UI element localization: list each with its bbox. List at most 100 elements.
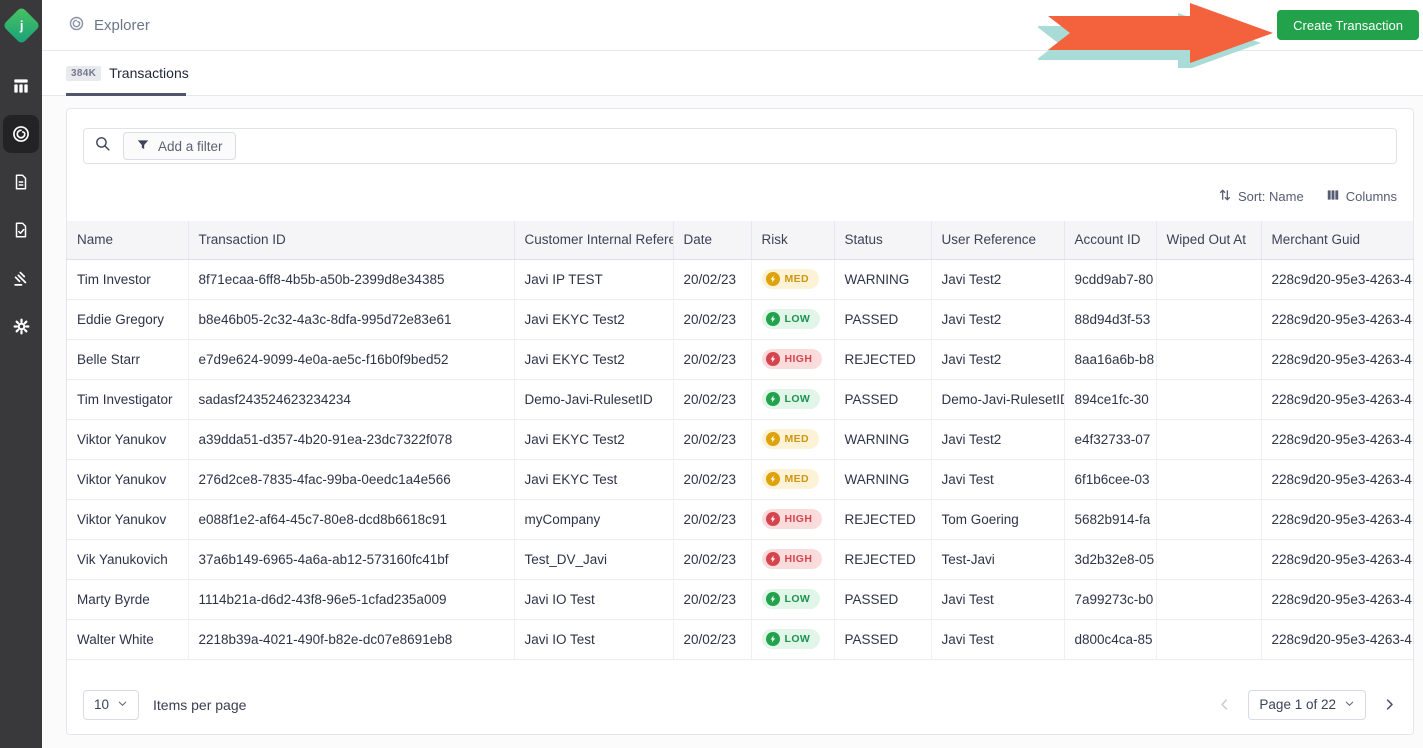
table-row[interactable]: Viktor Yanukov a39dda51-d357-4b20-91ea-2… (67, 419, 1413, 460)
sidebar-item-settings[interactable] (3, 307, 39, 345)
cell-status: WARNING (834, 459, 932, 500)
cell-name: Tim Investigator (67, 379, 189, 420)
chevron-right-icon[interactable] (1382, 697, 1397, 712)
cell-wiped-out-at (1156, 539, 1262, 580)
risk-badge-label: MED (784, 473, 810, 485)
cell-date: 20/02/23 (673, 619, 752, 660)
sidebar-item-reports[interactable] (3, 211, 39, 249)
page-select[interactable]: Page 1 of 22 (1248, 689, 1366, 720)
table-row[interactable]: Walter White 2218b39a-4021-490f-b82e-dc0… (67, 619, 1413, 660)
transactions-panel: Add a filter Sort: Name Columns Name Tran… (66, 108, 1414, 735)
risk-badge-label: LOW (784, 593, 811, 605)
cell-transaction-id: 8f71ecaa-6ff8-4b5b-a50b-2399d8e34385 (188, 259, 515, 300)
cell-risk: MED (751, 419, 835, 460)
page-select-label: Page 1 of 22 (1259, 697, 1336, 712)
sort-control[interactable]: Sort: Name (1218, 188, 1304, 205)
sidebar-item-explorer[interactable] (3, 115, 39, 153)
cell-merchant-guid: 228c9d20-95e3-4263-4 (1261, 379, 1413, 420)
cell-risk: HIGH (751, 339, 835, 380)
cell-name: Vik Yanukovich (67, 539, 189, 580)
table-row[interactable]: Tim Investor 8f71ecaa-6ff8-4b5b-a50b-239… (67, 259, 1413, 300)
risk-badge-label: LOW (784, 393, 811, 405)
gear-icon (12, 317, 31, 336)
cell-customer-internal-ref: Javi EKYC Test2 (514, 339, 674, 380)
cell-name: Eddie Gregory (67, 299, 189, 340)
cell-account-id: 5682b914-fa (1064, 499, 1157, 540)
lightning-icon (765, 392, 780, 406)
tab-active-underline (66, 93, 186, 96)
risk-badge-label: HIGH (784, 513, 813, 525)
chevron-left-icon[interactable] (1217, 697, 1232, 712)
explorer-spiral-icon (11, 124, 31, 144)
items-per-page-select[interactable]: 10 (83, 689, 140, 720)
document-icon (12, 173, 30, 191)
cell-status: REJECTED (834, 499, 932, 540)
cell-name: Marty Byrde (67, 579, 189, 620)
cell-date: 20/02/23 (673, 379, 752, 420)
table-row[interactable]: Marty Byrde 1114b21a-d6d2-43f8-96e5-1cfa… (67, 579, 1413, 620)
risk-badge-label: MED (784, 273, 810, 285)
cell-user-reference: Javi Test2 (931, 299, 1065, 340)
cell-date: 20/02/23 (673, 259, 752, 300)
cell-transaction-id: 1114b21a-d6d2-43f8-96e5-1cfad235a009 (188, 579, 515, 620)
page-title-group: Explorer (68, 15, 150, 36)
cell-customer-internal-ref: Javi EKYC Test2 (514, 299, 674, 340)
cell-transaction-id: 2218b39a-4021-490f-b82e-dc07e8691eb8 (188, 619, 515, 660)
cell-risk: MED (751, 459, 835, 500)
tab-transactions-label: Transactions (109, 65, 189, 81)
risk-badge-label: HIGH (784, 353, 813, 365)
cell-account-id: 88d94d3f-53 (1064, 299, 1157, 340)
gavel-icon (12, 269, 31, 288)
add-filter-button[interactable]: Add a filter (123, 132, 236, 160)
column-header-account-id: Account ID (1064, 221, 1157, 260)
sidebar-item-documents[interactable] (3, 163, 39, 201)
cell-wiped-out-at (1156, 619, 1262, 660)
column-header-transaction-id: Transaction ID (188, 221, 515, 260)
lightning-icon (765, 272, 780, 286)
table-row[interactable]: Viktor Yanukov e088f1e2-af64-45c7-80e8-d… (67, 499, 1413, 540)
cell-transaction-id: b8e46b05-2c32-4a3c-8dfa-995d72e83e61 (188, 299, 515, 340)
pager: Page 1 of 22 (1217, 689, 1397, 720)
sidebar-item-dashboard[interactable] (3, 67, 39, 105)
risk-badge-label: HIGH (784, 553, 813, 565)
columns-label: Columns (1345, 189, 1397, 204)
table-row[interactable]: Tim Investigator sadasf243524623234234 D… (67, 379, 1413, 420)
column-header-status: Status (834, 221, 932, 260)
cell-status: WARNING (834, 259, 932, 300)
cell-transaction-id: a39dda51-d357-4b20-91ea-23dc7322f078 (188, 419, 515, 460)
column-header-merchant-guid: Merchant Guid (1261, 221, 1413, 260)
columns-control[interactable]: Columns (1326, 188, 1397, 205)
risk-badge: LOW (761, 629, 821, 649)
lightning-icon (765, 512, 780, 526)
filter-bar: Add a filter (83, 128, 1397, 164)
risk-badge: LOW (761, 589, 821, 609)
cell-name: Walter White (67, 619, 189, 660)
sidebar-item-rules[interactable] (3, 259, 39, 297)
table-row[interactable]: Eddie Gregory b8e46b05-2c32-4a3c-8dfa-99… (67, 299, 1413, 340)
cell-name: Viktor Yanukov (67, 459, 189, 500)
cell-status: PASSED (834, 579, 932, 620)
cell-date: 20/02/23 (673, 499, 752, 540)
create-transaction-button[interactable]: Create Transaction (1277, 10, 1419, 40)
table-row[interactable]: Viktor Yanukov 276d2ce8-7835-4fac-99ba-0… (67, 459, 1413, 500)
search-icon (94, 135, 111, 157)
table-row[interactable]: Belle Starr e7d9e624-9099-4e0a-ae5c-f16b… (67, 339, 1413, 380)
cell-merchant-guid: 228c9d20-95e3-4263-4 (1261, 539, 1413, 580)
table-row[interactable]: Vik Yanukovich 37a6b149-6965-4a6a-ab12-5… (67, 539, 1413, 580)
risk-badge: HIGH (761, 549, 823, 569)
column-header-wiped-out-at: Wiped Out At (1156, 221, 1262, 260)
tab-transactions[interactable]: 384K Transactions (66, 51, 217, 96)
cell-customer-internal-ref: Javi IP TEST (514, 259, 674, 300)
chevron-down-icon (117, 697, 128, 712)
cell-wiped-out-at (1156, 459, 1262, 500)
column-header-date: Date (673, 221, 752, 260)
cell-date: 20/02/23 (673, 419, 752, 460)
cell-merchant-guid: 228c9d20-95e3-4263-4 (1261, 459, 1413, 500)
cell-customer-internal-ref: myCompany (514, 499, 674, 540)
cell-name: Tim Investor (67, 259, 189, 300)
app-logo[interactable]: j (1, 6, 41, 45)
cell-account-id: d800c4ca-85 (1064, 619, 1157, 660)
columns-icon (1326, 188, 1340, 205)
cell-transaction-id: e088f1e2-af64-45c7-80e8-dcd8b6618c91 (188, 499, 515, 540)
lightning-icon (765, 472, 780, 486)
